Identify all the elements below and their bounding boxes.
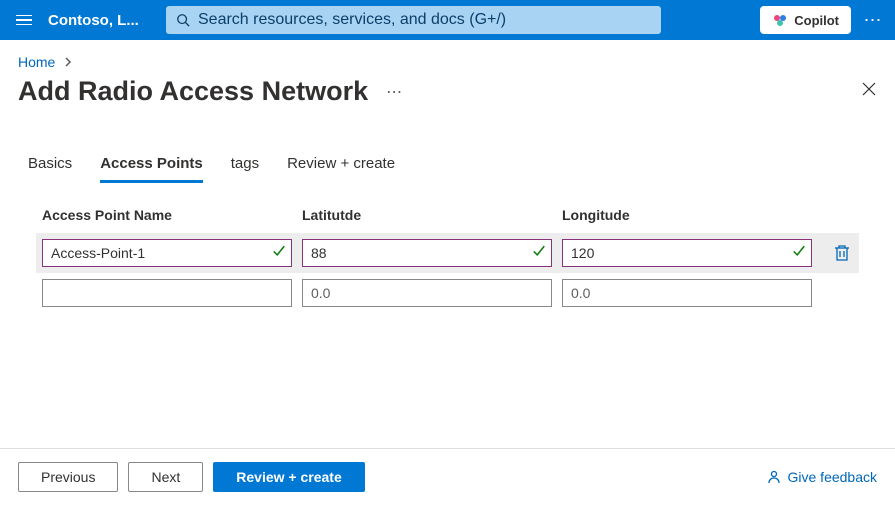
- col-header-name: Access Point Name: [42, 207, 292, 223]
- copilot-icon: [772, 12, 788, 28]
- page-title-bar: Add Radio Access Network ⋯: [0, 70, 895, 107]
- grid-header-row: Access Point Name Latitutde Longitude: [36, 207, 859, 233]
- check-icon: [272, 244, 286, 263]
- check-icon: [792, 244, 806, 263]
- access-points-grid: Access Point Name Latitutde Longitude: [0, 183, 895, 313]
- search-icon: [176, 13, 190, 27]
- access-point-name-input[interactable]: [42, 239, 292, 267]
- wizard-tabs: Basics Access Points tags Review + creat…: [0, 107, 895, 183]
- more-actions-icon[interactable]: ⋯: [859, 10, 887, 31]
- breadcrumb: Home: [0, 40, 895, 70]
- latitude-input[interactable]: [302, 279, 552, 307]
- table-row: [36, 233, 859, 273]
- search-placeholder: Search resources, services, and docs (G+…: [198, 11, 506, 29]
- wizard-footer: Previous Next Review + create Give feedb…: [0, 449, 895, 505]
- col-header-latitude: Latitutde: [302, 207, 552, 223]
- title-more-icon[interactable]: ⋯: [386, 82, 403, 102]
- trash-icon: [834, 244, 850, 262]
- review-create-button[interactable]: Review + create: [213, 462, 364, 492]
- hamburger-menu-icon[interactable]: [8, 4, 40, 36]
- table-row: [36, 273, 859, 313]
- previous-button[interactable]: Previous: [18, 462, 118, 492]
- longitude-input[interactable]: [562, 239, 812, 267]
- tab-access-points[interactable]: Access Points: [100, 155, 203, 183]
- copilot-button[interactable]: Copilot: [760, 6, 851, 34]
- next-button[interactable]: Next: [128, 462, 203, 492]
- breadcrumb-home[interactable]: Home: [18, 54, 55, 70]
- copilot-label: Copilot: [794, 13, 839, 28]
- close-icon: [861, 81, 877, 97]
- page-title: Add Radio Access Network: [18, 76, 368, 107]
- give-feedback-label: Give feedback: [788, 469, 878, 485]
- give-feedback-link[interactable]: Give feedback: [766, 469, 878, 485]
- chevron-right-icon: [63, 57, 73, 67]
- tenant-name[interactable]: Contoso, L...: [48, 12, 158, 29]
- global-header: Contoso, L... Search resources, services…: [0, 0, 895, 40]
- global-search-input[interactable]: Search resources, services, and docs (G+…: [166, 6, 661, 34]
- check-icon: [532, 244, 546, 263]
- tab-basics[interactable]: Basics: [28, 155, 72, 183]
- longitude-input[interactable]: [562, 279, 812, 307]
- feedback-icon: [766, 469, 782, 485]
- tab-tags[interactable]: tags: [231, 155, 259, 183]
- close-button[interactable]: [861, 81, 877, 102]
- tab-review-create[interactable]: Review + create: [287, 155, 395, 183]
- delete-row-button[interactable]: [822, 244, 862, 262]
- access-point-name-input[interactable]: [42, 279, 292, 307]
- col-header-longitude: Longitude: [562, 207, 812, 223]
- latitude-input[interactable]: [302, 239, 552, 267]
